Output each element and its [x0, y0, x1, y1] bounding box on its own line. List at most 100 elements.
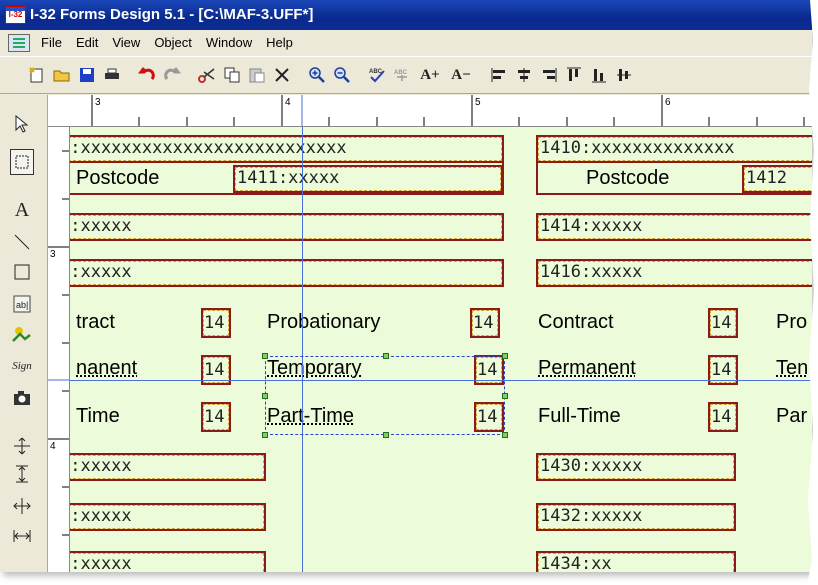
option-label: Permanent — [538, 357, 636, 379]
picture-tool-icon[interactable] — [10, 321, 34, 347]
ruler-h-number: 5 — [475, 97, 481, 108]
print-icon[interactable] — [101, 64, 123, 86]
undo-icon[interactable] — [136, 64, 158, 86]
postcode-field[interactable]: 1412 — [742, 165, 812, 193]
text-tool-icon[interactable]: A — [10, 197, 34, 223]
option-label: Time — [76, 405, 120, 427]
text-field[interactable]: 1414:xxxxx — [536, 213, 812, 241]
align-bottom-icon[interactable] — [613, 64, 635, 86]
ruler-h-number: 6 — [665, 97, 671, 108]
postcode-field[interactable]: 1411:xxxxx — [233, 165, 503, 193]
option-label: Probationary — [267, 311, 381, 333]
text-field[interactable]: 1434:xx — [536, 551, 736, 572]
menu-object[interactable]: Object — [147, 30, 199, 56]
zoom-out-icon[interactable] — [331, 64, 353, 86]
font-shrink-icon[interactable]: A− — [447, 64, 475, 86]
toolbar: ABC ABC A+ A− — [0, 56, 812, 94]
font-grow-icon[interactable]: A+ — [416, 64, 444, 86]
vertical-guide-line[interactable] — [302, 127, 303, 572]
checkbox-field[interactable]: 14 — [201, 308, 231, 338]
torn-edge — [807, 0, 818, 585]
cut-icon[interactable] — [196, 64, 218, 86]
vertical-size-tool-icon[interactable] — [10, 461, 34, 487]
abc-icon[interactable]: ABC — [391, 64, 413, 86]
app-icon[interactable]: I-32 — [5, 6, 26, 24]
option-label: Contract — [538, 311, 614, 333]
checkbox-field[interactable]: 14 — [708, 308, 738, 338]
text-field[interactable]: 1416:xxxxx — [536, 259, 812, 287]
spellcheck-icon[interactable]: ABC — [366, 64, 388, 86]
align-top-icon[interactable] — [563, 64, 585, 86]
open-icon[interactable] — [51, 64, 73, 86]
resize-handle[interactable] — [262, 353, 268, 359]
app-icon-text: I-32 — [8, 10, 23, 19]
zoom-in-icon[interactable] — [306, 64, 328, 86]
move-tool-icon[interactable] — [10, 433, 34, 459]
resize-handle[interactable] — [262, 432, 268, 438]
postcode-label: Postcode — [76, 167, 160, 189]
align-center-icon[interactable] — [513, 64, 535, 86]
text-field[interactable]: 9:xxxxx — [70, 453, 266, 481]
text-field[interactable]: 9:xxxxxxxxxxxxxxxxxxxxxxxxxx — [70, 135, 504, 163]
input-field-tool-icon[interactable]: ab| — [10, 291, 34, 317]
paste-icon[interactable] — [246, 64, 268, 86]
document-icon[interactable] — [8, 34, 30, 52]
text-field[interactable]: 1:xxxxx — [70, 503, 266, 531]
svg-text:ABC: ABC — [394, 70, 408, 76]
selection-box[interactable] — [262, 353, 508, 438]
field-tool-icon[interactable] — [10, 149, 34, 175]
application-window: I-32 I-32 Forms Design 5.1 - [C:\MAF-3.U… — [0, 0, 812, 572]
checkbox-field[interactable]: 14 — [708, 402, 738, 432]
vertical-ruler: 3 4 — [48, 127, 70, 572]
text-field[interactable]: 3:xxxxx — [70, 213, 504, 241]
window-title: I-32 Forms Design 5.1 - [C:\MAF-3.UFF*] — [30, 6, 314, 23]
title-bar[interactable]: I-32 I-32 Forms Design 5.1 - [C:\MAF-3.U… — [0, 0, 812, 30]
new-icon[interactable] — [26, 64, 48, 86]
text-field[interactable]: 1432:xxxxx — [536, 503, 736, 531]
align-left-icon[interactable] — [488, 64, 510, 86]
postcode-label: Postcode — [586, 167, 670, 189]
pointer-tool-icon[interactable] — [10, 111, 34, 137]
delete-icon[interactable] — [271, 64, 293, 86]
menu-bar: File Edit View Object Window Help — [0, 30, 812, 56]
svg-text:ab|: ab| — [16, 300, 28, 310]
ruler-v-number: 3 — [50, 249, 56, 260]
horizontal-size-tool-icon[interactable] — [10, 523, 34, 549]
text-field[interactable]: 5:xxxxx — [70, 259, 504, 287]
menu-file[interactable]: File — [34, 30, 69, 56]
ruler-v-number: 4 — [50, 441, 56, 452]
checkbox-field[interactable]: 14 — [201, 402, 231, 432]
line-tool-icon[interactable] — [10, 229, 34, 255]
menu-help[interactable]: Help — [259, 30, 300, 56]
resize-handle[interactable] — [502, 393, 508, 399]
form-canvas[interactable]: 9:xxxxxxxxxxxxxxxxxxxxxxxxxx 1410:xxxxxx… — [70, 127, 812, 572]
align-right-icon[interactable] — [538, 64, 560, 86]
text-field[interactable]: 1410:xxxxxxxxxxxxxx — [536, 135, 812, 163]
horizontal-ruler: 3 4 5 6 — [48, 95, 812, 127]
checkbox-field[interactable]: 14 — [470, 308, 500, 338]
ruler-h-number: 4 — [285, 97, 291, 108]
resize-handle[interactable] — [383, 432, 389, 438]
save-icon[interactable] — [76, 64, 98, 86]
menu-view[interactable]: View — [105, 30, 147, 56]
align-middle-icon[interactable] — [588, 64, 610, 86]
rectangle-tool-icon[interactable] — [10, 259, 34, 285]
tool-palette: A ab| Sign — [0, 95, 48, 572]
font-grow-label: A+ — [420, 66, 440, 83]
resize-handle[interactable] — [502, 353, 508, 359]
resize-handle[interactable] — [502, 432, 508, 438]
horizontal-move-tool-icon[interactable] — [10, 493, 34, 519]
option-label: Par — [776, 405, 808, 427]
menu-edit[interactable]: Edit — [69, 30, 105, 56]
redo-icon[interactable] — [161, 64, 183, 86]
ruler-h-number: 3 — [95, 97, 101, 108]
resize-handle[interactable] — [383, 353, 389, 359]
menu-window[interactable]: Window — [199, 30, 259, 56]
copy-icon[interactable] — [221, 64, 243, 86]
camera-tool-icon[interactable] — [10, 385, 34, 411]
option-label: tract — [76, 311, 115, 333]
resize-handle[interactable] — [262, 393, 268, 399]
text-field[interactable]: 1430:xxxxx — [536, 453, 736, 481]
text-field[interactable]: 3:xxxxx — [70, 551, 266, 572]
signature-tool-icon[interactable]: Sign — [10, 353, 34, 379]
